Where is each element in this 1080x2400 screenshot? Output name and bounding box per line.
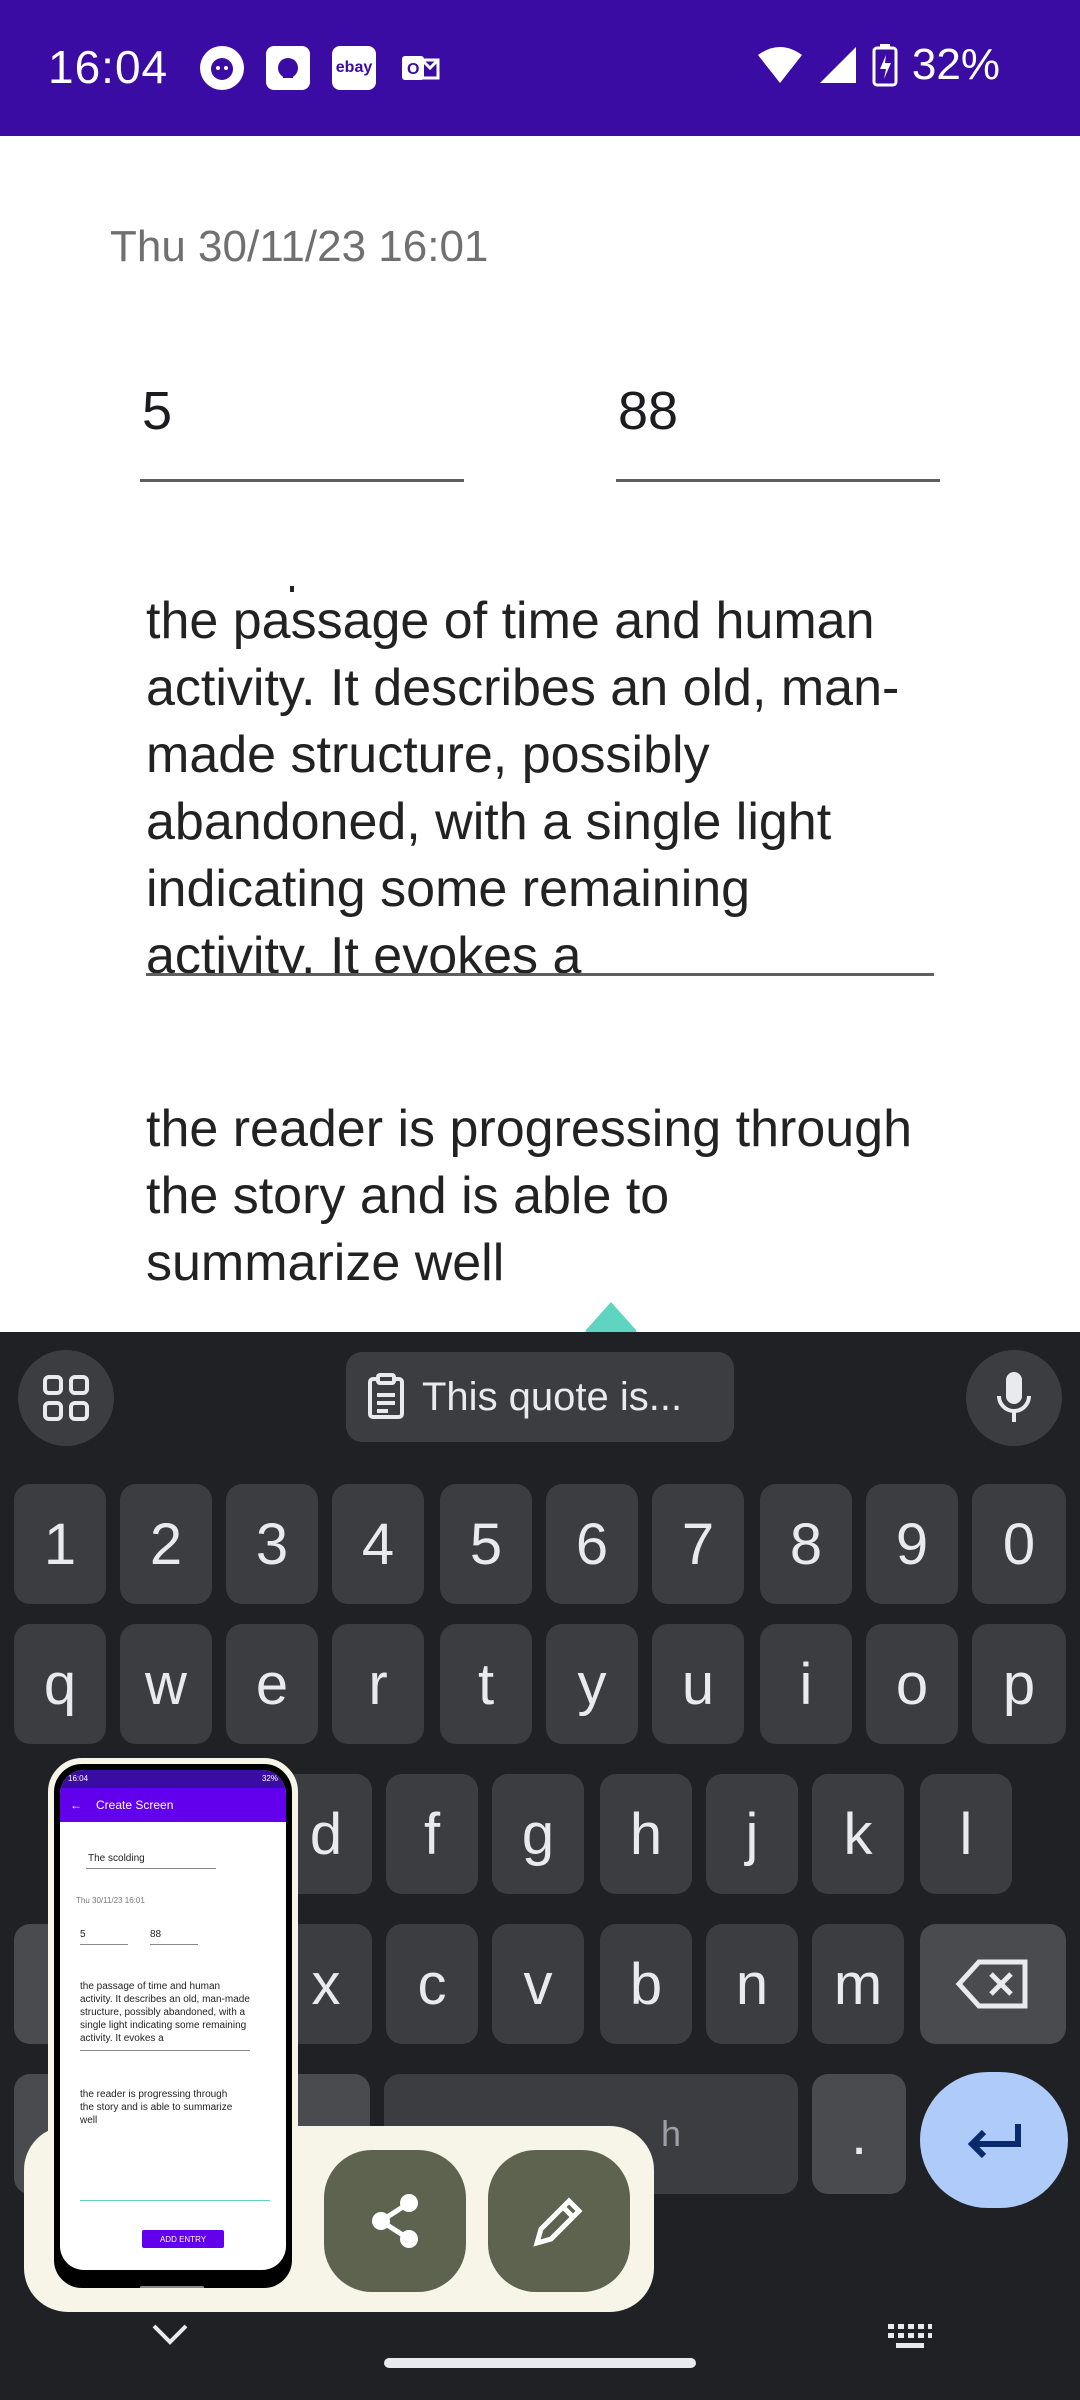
key-2[interactable]: 2 (120, 1484, 212, 1604)
voice-input-button[interactable] (966, 1350, 1062, 1446)
clipboard-suggestion-chip[interactable]: This quote is... (346, 1352, 734, 1442)
key-j[interactable]: j (706, 1774, 798, 1894)
enter-key[interactable] (920, 2072, 1068, 2208)
key-l[interactable]: l (920, 1774, 1012, 1894)
key-7[interactable]: 7 (652, 1484, 744, 1604)
status-time: 16:04 (48, 41, 169, 93)
grid-icon (43, 1375, 89, 1421)
gesture-nav-bar[interactable] (384, 2358, 696, 2368)
svg-text:O: O (407, 61, 419, 78)
number-field-left-value: 5 (142, 381, 173, 441)
key-8[interactable]: 8 (760, 1484, 852, 1604)
thumbnail-divider (80, 2050, 250, 2051)
cat-app-icon (200, 46, 244, 90)
wifi-icon (757, 47, 802, 83)
key-w[interactable]: w (120, 1624, 212, 1744)
keyboard-switch-icon[interactable] (886, 2322, 934, 2352)
key-c[interactable]: c (386, 1924, 478, 2044)
number-field-right[interactable]: 88 (616, 380, 940, 482)
thumbnail-status-bar: 16:04 32% (60, 1770, 286, 1788)
key-9[interactable]: 9 (866, 1484, 958, 1604)
description-text: the passage of time and human activity. … (146, 592, 900, 976)
description-text-area[interactable]: the passage of time and human activity. … (146, 588, 934, 976)
key-5[interactable]: 5 (440, 1484, 532, 1604)
thumbnail-date: Thu 30/11/23 16:01 (76, 1896, 145, 1905)
summary-text: the reader is progressing through the st… (146, 1100, 913, 1292)
thumbnail-divider (80, 2200, 270, 2201)
enter-icon (967, 2124, 1021, 2159)
share-button[interactable] (324, 2150, 466, 2292)
number-field-right-value: 88 (618, 381, 679, 441)
ebay-icon: ebay (332, 46, 376, 90)
thumbnail-title: Create Screen (96, 1798, 174, 1812)
thumbnail-divider (150, 1944, 198, 1945)
key-i[interactable]: i (760, 1624, 852, 1744)
screenshot-thumbnail[interactable]: 16:04 32% ← Create Screen The scolding T… (48, 1758, 298, 2294)
suggestion-text: This quote is... (422, 1374, 683, 1419)
keyboard-menu-button[interactable] (18, 1350, 114, 1446)
space-key-label: h (660, 2113, 682, 2154)
thumbnail-text2: the reader is progressing through the st… (80, 2089, 233, 2126)
backspace-icon (955, 1959, 1028, 2009)
key-4[interactable]: 4 (332, 1484, 424, 1604)
key-h[interactable]: h (600, 1774, 692, 1894)
period-key[interactable]: . (812, 2074, 906, 2194)
key-q[interactable]: q (14, 1624, 106, 1744)
thumbnail-text1: the passage of time and human activity. … (80, 1981, 250, 2044)
number-field-left[interactable]: 5 (140, 380, 464, 482)
thumbnail-divider (80, 1944, 128, 1945)
key-6[interactable]: 6 (546, 1484, 638, 1604)
battery-icon (872, 44, 898, 87)
edit-icon (533, 2197, 583, 2247)
thumbnail-v1: 5 (80, 1929, 86, 1940)
thumbnail-app-bar: ← Create Screen (60, 1788, 286, 1822)
key-f[interactable]: f (386, 1774, 478, 1894)
key-t[interactable]: t (440, 1624, 532, 1744)
mic-icon (997, 1372, 1031, 1422)
backspace-key[interactable] (920, 1924, 1066, 2044)
thumbnail-screen: 16:04 32% ← Create Screen The scolding T… (60, 1770, 286, 2270)
clipboard-icon (368, 1373, 404, 1419)
notification-icons: ebay O (200, 46, 442, 90)
summary-text-area[interactable]: the reader is progressing through the st… (146, 1096, 934, 1330)
key-k[interactable]: k (812, 1774, 904, 1894)
key-v[interactable]: v (492, 1924, 584, 2044)
key-e[interactable]: e (226, 1624, 318, 1744)
edit-button[interactable] (488, 2150, 630, 2292)
key-u[interactable]: u (652, 1624, 744, 1744)
key-p[interactable]: p (972, 1624, 1066, 1744)
thumbnail-battery: 32% (261, 1774, 278, 1783)
thumbnail-back-icon: ← (70, 1798, 82, 1812)
entry-date[interactable]: Thu 30/11/23 16:01 (110, 222, 488, 272)
thumbnail-field-title: The scolding (88, 1853, 145, 1864)
key-0[interactable]: 0 (972, 1484, 1066, 1604)
thumbnail-home-bar (140, 2286, 204, 2288)
share-icon (372, 2194, 418, 2248)
key-y[interactable]: y (546, 1624, 638, 1744)
key-3[interactable]: 3 (226, 1484, 318, 1604)
status-bar: 16:04 ebay O 32% (0, 0, 1080, 136)
key-o[interactable]: o (866, 1624, 958, 1744)
key-g[interactable]: g (492, 1774, 584, 1894)
key-r[interactable]: r (332, 1624, 424, 1744)
thumbnail-time: 16:04 (68, 1774, 89, 1783)
thumbnail-divider (86, 1868, 216, 1869)
key-n[interactable]: n (706, 1924, 798, 2044)
thumbnail-v2: 88 (150, 1929, 162, 1940)
photo-app-icon (266, 46, 310, 90)
outlook-icon: O (398, 46, 442, 90)
key-b[interactable]: b (600, 1924, 692, 2044)
signal-icon (819, 47, 856, 83)
battery-percent: 32% (911, 40, 1000, 89)
status-right: 32% (756, 40, 1000, 90)
key-1[interactable]: 1 (14, 1484, 106, 1604)
hide-keyboard-icon[interactable] (150, 2322, 190, 2348)
thumbnail-add-entry-button: ADD ENTRY (142, 2230, 224, 2248)
key-m[interactable]: m (812, 1924, 904, 2044)
